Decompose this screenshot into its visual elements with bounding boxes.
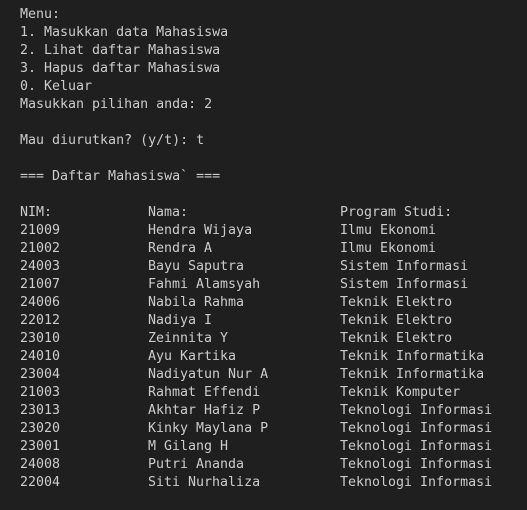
cell-prodi: Teknologi Informasi: [340, 457, 493, 472]
header-nim: NIM:: [20, 205, 53, 220]
cell-nama: Kinky Maylana P: [148, 421, 269, 436]
cell-nama: Nadiyatun Nur A: [148, 367, 269, 382]
cell-nim: 23004: [20, 367, 61, 382]
cell-prodi: Sistem Informasi: [340, 259, 469, 274]
cell-prodi: Teknik Komputer: [340, 385, 461, 400]
cell-nama: Putri Ananda: [148, 457, 245, 472]
cell-nama: Rahmat Effendi: [148, 385, 261, 400]
table-row: 22004 Siti Nurhaliza Teknologi Informasi: [20, 474, 527, 492]
cell-nama: Rendra A: [148, 241, 213, 256]
menu-choice-prompt: Masukkan pilihan anda: 2: [20, 97, 213, 112]
cell-nim: 23010: [20, 331, 61, 346]
cell-prodi: Teknologi Informasi: [340, 421, 493, 436]
cell-nama: Zeinnita Y: [148, 331, 229, 346]
menu-item-1: 1. Masukkan data Mahasiswa: [20, 25, 229, 40]
table-row: 21009 Hendra Wijaya Ilmu Ekonomi: [20, 222, 527, 240]
table-row: 24008 Putri Ananda Teknologi Informasi: [20, 456, 527, 474]
cell-nim: 21003: [20, 385, 61, 400]
cell-nim: 24010: [20, 349, 61, 364]
cell-prodi: Ilmu Ekonomi: [340, 241, 437, 256]
table-row: 22012 Nadiya I Teknik Elektro: [20, 312, 527, 330]
terminal-output: Menu: 1. Masukkan data Mahasiswa 2. Liha…: [0, 0, 527, 510]
cell-nim: 23013: [20, 403, 61, 418]
cell-prodi: Teknik Elektro: [340, 331, 453, 346]
cell-prodi: Ilmu Ekonomi: [340, 223, 437, 238]
table-body: 21009 Hendra Wijaya Ilmu Ekonomi 21002 Rendr…: [20, 222, 527, 492]
table-row: 21007 Fahmi Alamsyah Sistem Informasi: [20, 276, 527, 294]
cell-nim: 21002: [20, 241, 61, 256]
cell-nama: Fahmi Alamsyah: [148, 277, 261, 292]
cell-nama: Bayu Saputra: [148, 259, 245, 274]
table-row: 24003 Bayu Saputra Sistem Informasi: [20, 258, 527, 276]
menu-item-2: 2. Lihat daftar Mahasiswa: [20, 43, 221, 58]
cell-prodi: Teknologi Informasi: [340, 439, 493, 454]
table-row: 23013 Akhtar Hafiz P Teknologi Informasi: [20, 402, 527, 420]
cell-nama: Siti Nurhaliza: [148, 475, 261, 490]
table-row: 23020 Kinky Maylana P Teknologi Informasi: [20, 420, 527, 438]
cell-nim: 22012: [20, 313, 61, 328]
cell-prodi: Teknik Elektro: [340, 313, 453, 328]
cell-nama: Nadiya I: [148, 313, 213, 328]
cell-nim: 21007: [20, 277, 61, 292]
header-nama: Nama:: [148, 205, 189, 220]
cell-nama: M Gilang H: [148, 439, 229, 454]
cell-nim: 24008: [20, 457, 61, 472]
cell-prodi: Teknik Elektro: [340, 295, 453, 310]
cell-nama: Hendra Wijaya: [148, 223, 253, 238]
cell-nama: Nabila Rahma: [148, 295, 245, 310]
menu-title: Menu:: [20, 7, 61, 22]
cell-prodi: Teknologi Informasi: [340, 403, 493, 418]
cell-nim: 24003: [20, 259, 61, 274]
menu-item-0: 0. Keluar: [20, 79, 93, 94]
table-row: 23010 Zeinnita Y Teknik Elektro: [20, 330, 527, 348]
cell-nim: 23020: [20, 421, 61, 436]
cell-nim: 21009: [20, 223, 61, 238]
cell-prodi: Teknologi Informasi: [340, 475, 493, 490]
table-row: 23001 M Gilang H Teknologi Informasi: [20, 438, 527, 456]
sort-prompt: Mau diurutkan? (y/t): t: [20, 133, 205, 148]
cell-nim: 24006: [20, 295, 61, 310]
table-row: 24010 Ayu Kartika Teknik Informatika: [20, 348, 527, 366]
cell-nama: Ayu Kartika: [148, 349, 237, 364]
cell-prodi: Teknik Informatika: [340, 367, 485, 382]
table-row: 21002 Rendra A Ilmu Ekonomi: [20, 240, 527, 258]
table-row: 23004 Nadiyatun Nur A Teknik Informatika: [20, 366, 527, 384]
cell-nim: 23001: [20, 439, 61, 454]
table-row: 24006 Nabila Rahma Teknik Elektro: [20, 294, 527, 312]
cell-nim: 22004: [20, 475, 61, 490]
cell-prodi: Teknik Informatika: [340, 349, 485, 364]
table-row: 21003 Rahmat Effendi Teknik Komputer: [20, 384, 527, 402]
table-header: NIM: Nama: Program Studi:: [20, 204, 527, 222]
list-title: === Daftar Mahasiswa` ===: [20, 169, 221, 184]
cell-nama: Akhtar Hafiz P: [148, 403, 261, 418]
header-prodi: Program Studi:: [340, 205, 453, 220]
cell-prodi: Sistem Informasi: [340, 277, 469, 292]
menu-item-3: 3. Hapus daftar Mahasiswa: [20, 61, 221, 76]
